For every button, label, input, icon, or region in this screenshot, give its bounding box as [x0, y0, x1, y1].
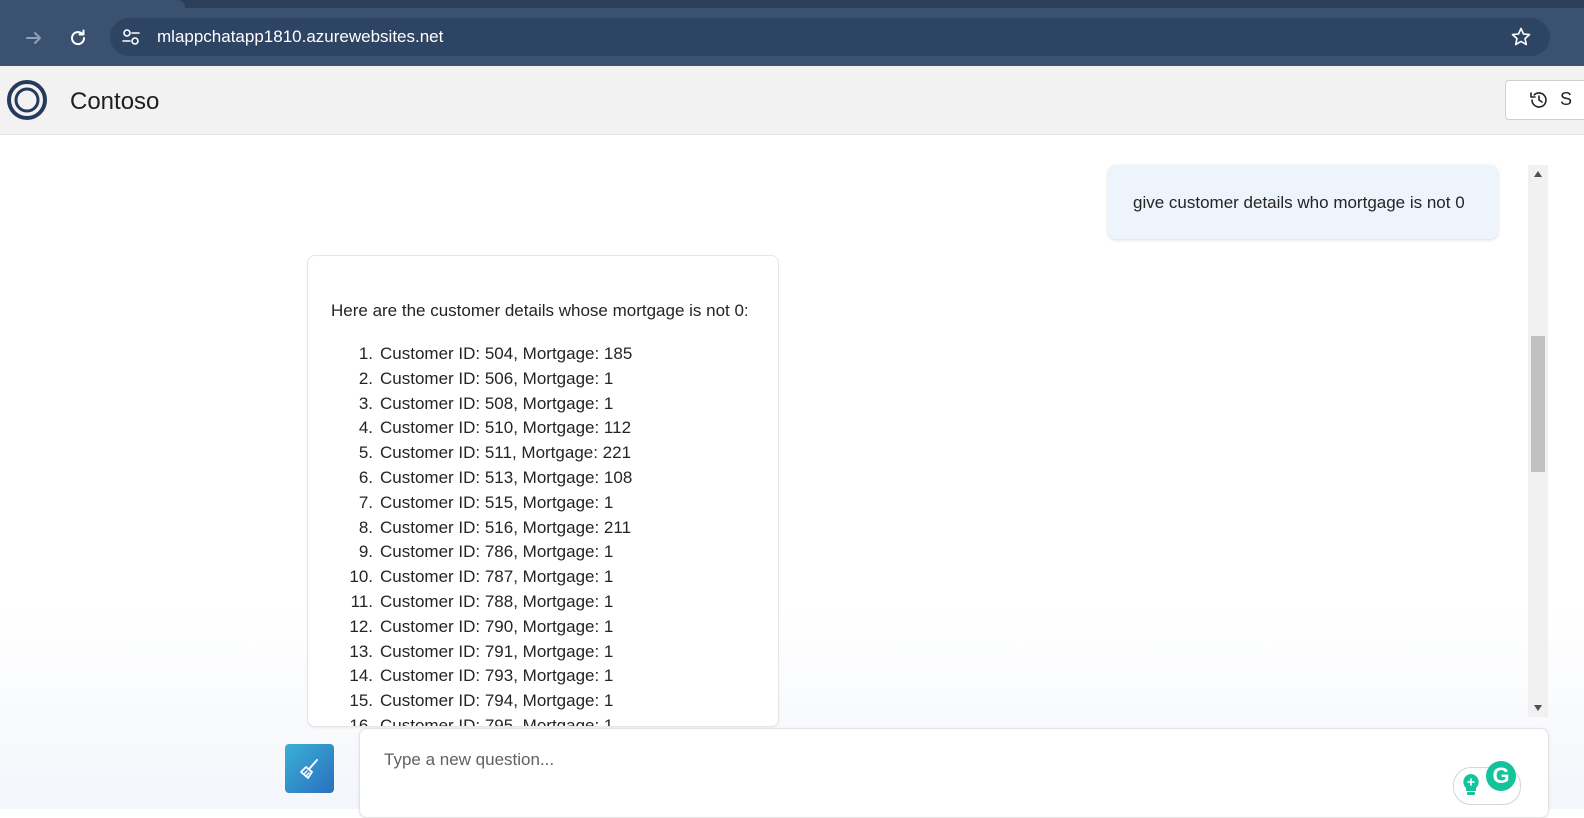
list-item: 10. Customer ID: 787, Mortgage: 1	[331, 565, 632, 590]
list-item: 3. Customer ID: 508, Mortgage: 1	[331, 392, 632, 417]
list-item: 9. Customer ID: 786, Mortgage: 1	[331, 540, 632, 565]
app-header: Contoso S	[0, 66, 1584, 135]
list-item-text: Customer ID: 513, Mortgage: 108	[380, 467, 633, 487]
answer-intro: Here are the customer details whose mort…	[331, 301, 749, 320]
user-message-text: give customer details who mortgage is no…	[1133, 193, 1465, 212]
list-item-number: 1.	[358, 344, 373, 363]
bookmark-star-icon[interactable]	[1510, 26, 1532, 48]
forward-arrow-icon	[26, 32, 41, 44]
scroll-down-button[interactable]	[1528, 699, 1548, 717]
list-item-number: 16.	[349, 715, 373, 727]
list-item-text: Customer ID: 516, Mortgage: 211	[380, 517, 632, 537]
list-item-number: 11.	[350, 591, 373, 611]
list-item-number: 7.	[358, 492, 373, 512]
new-chat-button[interactable]	[285, 744, 334, 793]
site-settings-icon[interactable]	[120, 26, 142, 48]
list-item-text: Customer ID: 506, Mortgage: 1	[380, 368, 614, 388]
scroll-down-arrow-icon	[1534, 705, 1542, 711]
list-item-text: Customer ID: 795, Mortgage: 1	[380, 715, 614, 727]
grammarly-icon[interactable]: G	[1486, 761, 1516, 791]
list-item-text: Customer ID: 511, Mortgage: 221	[380, 443, 632, 463]
list-item: 13. Customer ID: 791, Mortgage: 1	[331, 640, 632, 665]
list-item-text: Customer ID: 790, Mortgage: 1	[380, 616, 614, 636]
history-icon	[1530, 92, 1547, 108]
list-item-text: Customer ID: 515, Mortgage: 1	[380, 492, 614, 512]
list-item-number: 9.	[358, 542, 373, 562]
browser-toolbar: mlappchatapp1810.azurewebsites.net	[0, 0, 1584, 66]
list-item: 16. Customer ID: 795, Mortgage: 1	[331, 714, 632, 727]
scroll-up-button[interactable]	[1528, 165, 1548, 183]
list-item-number: 2.	[358, 368, 373, 388]
show-chat-history-button[interactable]: S	[1505, 80, 1584, 120]
list-item: 14. Customer ID: 793, Mortgage: 1	[331, 664, 632, 689]
answer-list: 1. Customer ID: 504, Mortgage: 185 2. Custo…	[331, 342, 632, 727]
broom-icon	[299, 758, 318, 779]
list-item-text: Customer ID: 794, Mortgage: 1	[380, 691, 614, 711]
list-item-text: Customer ID: 508, Mortgage: 1	[380, 393, 614, 413]
address-bar[interactable]: mlappchatapp1810.azurewebsites.net	[110, 18, 1550, 56]
list-item-number: 12.	[349, 616, 373, 636]
list-item-number: 3.	[358, 393, 373, 413]
list-item: 4. Customer ID: 510, Mortgage: 112	[331, 416, 632, 441]
list-item: 15. Customer ID: 794, Mortgage: 1	[331, 689, 632, 714]
tab-strip	[0, 0, 1584, 8]
list-item-text: Customer ID: 787, Mortgage: 1	[380, 567, 614, 587]
list-item-text: Customer ID: 791, Mortgage: 1	[380, 641, 614, 661]
list-item-text: Customer ID: 504, Mortgage: 185	[380, 344, 633, 363]
list-item: 6. Customer ID: 513, Mortgage: 108	[331, 466, 632, 491]
list-item-number: 14.	[349, 666, 373, 686]
list-item-number: 13.	[349, 641, 373, 661]
list-item: 12. Customer ID: 790, Mortgage: 1	[331, 615, 632, 640]
list-item-number: 10.	[349, 567, 373, 587]
contoso-logo-icon	[7, 80, 47, 120]
list-item: 5. Customer ID: 511, Mortgage: 221	[331, 441, 632, 466]
list-item-text: Customer ID: 788, Mortgage: 1	[380, 591, 614, 611]
url-text[interactable]: mlappchatapp1810.azurewebsites.net	[157, 27, 443, 47]
app-title: Contoso	[70, 88, 160, 115]
reload-button[interactable]	[63, 23, 93, 53]
user-message-bubble: give customer details who mortgage is no…	[1108, 165, 1498, 239]
question-input[interactable]	[384, 747, 1434, 773]
chat-scrollbar[interactable]	[1528, 165, 1548, 717]
list-item-number: 15.	[349, 691, 373, 711]
active-tab[interactable]	[0, 0, 185, 8]
list-item: 2. Customer ID: 506, Mortgage: 1	[331, 367, 632, 392]
list-item: 11. Customer ID: 788, Mortgage: 1	[331, 590, 632, 615]
reload-icon	[71, 29, 86, 46]
list-item: 8. Customer ID: 516, Mortgage: 211	[331, 516, 632, 541]
list-item-text: Customer ID: 793, Mortgage: 1	[380, 666, 614, 686]
lightbulb-icon[interactable]	[1458, 771, 1484, 799]
history-button-label: S	[1560, 89, 1573, 109]
list-item-number: 6.	[358, 467, 373, 487]
forward-button[interactable]	[19, 23, 49, 53]
scroll-up-arrow-icon	[1534, 171, 1542, 177]
assistant-answer-card: Here are the customer details whose mort…	[307, 255, 779, 727]
list-item-text: Customer ID: 786, Mortgage: 1	[380, 542, 614, 562]
list-item: 7. Customer ID: 515, Mortgage: 1	[331, 491, 632, 516]
scroll-thumb[interactable]	[1531, 336, 1545, 472]
list-item-text: Customer ID: 510, Mortgage: 112	[380, 418, 632, 438]
list-item-number: 5.	[358, 443, 373, 463]
list-item: 1. Customer ID: 504, Mortgage: 185	[331, 342, 632, 367]
list-item-number: 8.	[358, 517, 373, 537]
question-box: G	[359, 728, 1549, 818]
list-item-number: 4.	[358, 418, 373, 438]
